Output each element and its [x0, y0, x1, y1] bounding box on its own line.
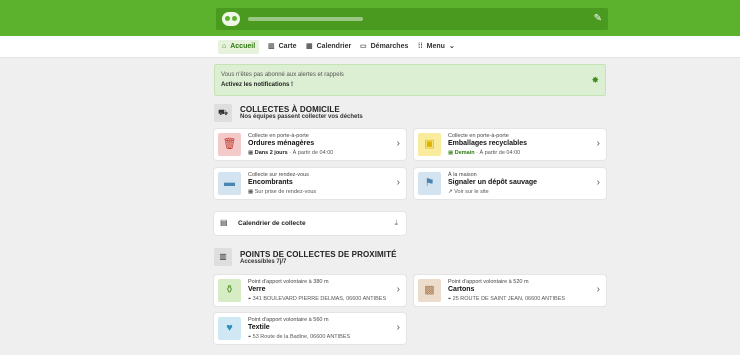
card-meta: ▦ Dans 2 jours · À partir de 04:00 [248, 150, 333, 156]
section-title: COLLECTES À DOMICILE [240, 105, 340, 114]
sofa-icon: ▬ [218, 172, 241, 195]
section-subtitle: Nos équipes passent collecter vos déchet… [240, 114, 363, 120]
card-title: Encombrants [248, 179, 293, 186]
chevron-right-icon: › [396, 138, 400, 149]
drop-point-card-textile[interactable]: ♥ Point d'apport volontaire à 560 m Text… [214, 313, 406, 344]
collection-day: Demain [454, 150, 475, 156]
collection-card-emballages[interactable]: ▣ Collecte en porte-à-porte Emballages r… [414, 129, 606, 160]
nav-item-demarches[interactable]: ▭ Démarches [356, 40, 412, 54]
card-title: Signaler un dépôt sauvage [448, 179, 538, 186]
card-meta: ⌖ 341 BOULEVARD PIERRE DELMAS, 06600 ANT… [248, 296, 386, 303]
card-meta: ↗ Voir sur le site [448, 189, 489, 195]
report-dump-icon: ⚑ [418, 172, 441, 195]
collection-card-ordures[interactable]: 🗑 Collecte en porte-à-porte Ordures ména… [214, 129, 406, 160]
nav-label: Calendrier [316, 43, 352, 50]
meta-separator: · [476, 150, 478, 156]
meta-separator: · [289, 150, 292, 156]
recycle-bin-icon: ▣ [418, 133, 441, 156]
pencil-icon[interactable]: ✎ [594, 13, 602, 24]
card-title: Verre [248, 286, 266, 293]
calendar-label: Calendrier de collecte [238, 220, 306, 227]
bell-icon: ✸ [591, 75, 599, 85]
grid-icon: ⁞⁞ [418, 43, 423, 50]
recycle-logo-icon [222, 12, 240, 26]
calendar-icon: ▦ [306, 43, 313, 50]
tshirt-icon: ♥ [218, 317, 241, 340]
address-text-redacted [248, 17, 363, 21]
chevron-right-icon: › [396, 177, 400, 188]
address-bar[interactable]: ✎ [216, 8, 608, 30]
nav-label: Carte [278, 43, 297, 50]
main-nav: ⌂ Accueil ▥ Carte ▦ Calendrier ▭ Démarches ⁞… [0, 36, 740, 58]
nav-label: Accueil [230, 43, 256, 50]
card-title: Ordures ménagères [248, 140, 315, 147]
card-meta: ⌖ 53 Route de la Badine, 06600 ANTIBES [248, 334, 350, 341]
chevron-right-icon: › [396, 284, 400, 295]
home-icon: ⌂ [222, 43, 227, 50]
drop-point-card-cartons[interactable]: ▩ Point d'apport volontaire à 520 m Cart… [414, 275, 606, 306]
nav-item-calendrier[interactable]: ▦ Calendrier [302, 40, 355, 54]
box-icon: ▩ [418, 279, 441, 302]
chevron-right-icon: › [596, 284, 600, 295]
trash-icon: 🗑 [218, 133, 241, 156]
document-icon: ▤ [220, 218, 228, 227]
location-pin-icon: ⌖ [248, 334, 252, 340]
top-bar: ✎ [0, 0, 740, 36]
chevron-down-icon: ⌄ [448, 43, 455, 50]
drop-point-address: 53 Route de la Badine, 06600 ANTIBES [252, 334, 351, 340]
card-kicker: À la maison [448, 172, 477, 178]
download-icon[interactable]: ⤓ [394, 218, 398, 228]
nav-item-menu[interactable]: ⁞⁞ Menu ⌄ [414, 40, 459, 54]
collection-calendar-button[interactable]: ▤ Calendrier de collecte ⤓ [214, 212, 406, 235]
external-link-icon: ↗ [448, 189, 453, 195]
nav-item-carte[interactable]: ▥ Carte [264, 40, 301, 54]
truck-icon: ⛟ [214, 104, 232, 122]
calendar-small-icon: ▦ [248, 189, 254, 195]
drop-point-address: 25 ROUTE DE SAINT JEAN, 06600 ANTIBES [452, 296, 566, 302]
id-card-icon: ▭ [360, 43, 367, 50]
nav-label: Menu [426, 43, 445, 50]
map-icon: ▥ [268, 43, 275, 50]
card-kicker: Point d'apport volontaire à 560 m [248, 317, 329, 323]
nav-label: Démarches [370, 43, 409, 50]
card-meta: ▦ Sur prise de rendez-vous [248, 189, 316, 195]
calendar-small-icon: ▦ [448, 150, 454, 156]
collection-point-icon: ▥ [214, 248, 232, 266]
collection-card-encombrants[interactable]: ▬ Collecte sur rendez-vous Encombrants ▦… [214, 168, 406, 199]
drop-point-address: 341 BOULEVARD PIERRE DELMAS, 06600 ANTIB… [252, 296, 387, 302]
collection-time: À partir de 04:00 [292, 150, 334, 156]
nav-item-accueil[interactable]: ⌂ Accueil [218, 40, 260, 54]
location-pin-icon: ⌖ [248, 296, 252, 302]
section-subtitle: Accessibles 7j/7 [240, 259, 287, 265]
notification-banner[interactable]: Vous n'êtes pas abonné aux alertes et ra… [214, 64, 606, 96]
bottle-icon: ⚱ [218, 279, 241, 302]
collection-day: Dans 2 jours [254, 150, 288, 156]
chevron-right-icon: › [596, 177, 600, 188]
chevron-right-icon: › [396, 322, 400, 333]
collection-time: À partir de 04:00 [479, 150, 521, 156]
card-kicker: Point d'apport volontaire à 380 m [248, 279, 329, 285]
location-pin-icon: ⌖ [448, 296, 452, 302]
card-meta: ▦ Demain · À partir de 04:00 [448, 150, 520, 156]
card-title: Cartons [448, 286, 475, 293]
card-kicker: Collecte sur rendez-vous [248, 172, 309, 178]
site-link[interactable]: Voir sur le site [454, 189, 489, 195]
banner-text: Vous n'êtes pas abonné aux alertes et ra… [221, 72, 344, 78]
card-meta: ⌖ 25 ROUTE DE SAINT JEAN, 06600 ANTIBES [448, 296, 565, 303]
section-title: POINTS DE COLLECTES DE PROXIMITÉ [240, 250, 397, 259]
card-kicker: Collecte en porte-à-porte [448, 133, 509, 139]
drop-point-card-verre[interactable]: ⚱ Point d'apport volontaire à 380 m Verr… [214, 275, 406, 306]
collection-info: Sur prise de rendez-vous [254, 189, 317, 195]
card-kicker: Point d'apport volontaire à 520 m [448, 279, 529, 285]
calendar-small-icon: ▦ [248, 150, 254, 156]
collection-card-depot-sauvage[interactable]: ⚑ À la maison Signaler un dépôt sauvage … [414, 168, 606, 199]
chevron-right-icon: › [596, 138, 600, 149]
activate-notifications-link[interactable]: Activez les notifications ! [221, 82, 293, 88]
card-title: Textile [248, 324, 270, 331]
card-title: Emballages recyclables [448, 140, 527, 147]
card-kicker: Collecte en porte-à-porte [248, 133, 309, 139]
